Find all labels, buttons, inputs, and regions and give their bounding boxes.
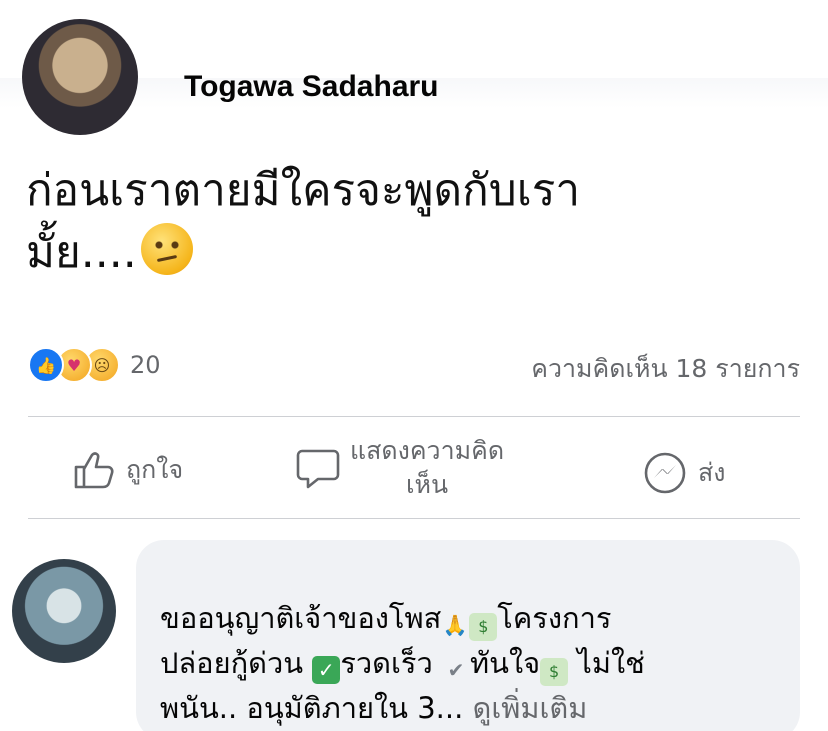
send-label: ส่ง (698, 458, 726, 487)
comment-count-link[interactable]: ความคิดเห็น 18 รายการ (531, 349, 800, 389)
messenger-icon (644, 452, 686, 494)
check-mark-icon: ✔ (447, 658, 465, 682)
check-mark-button-icon: ✓ (312, 656, 341, 684)
folded-hands-icon: 🙏 (442, 613, 468, 637)
author-avatar[interactable] (22, 19, 138, 135)
like-button[interactable]: ถูกใจ (72, 450, 183, 490)
post-text-line-1: ก่อนเราตายมีใครจะพูดกับเรา (26, 165, 581, 216)
reaction-count: 20 (130, 351, 161, 379)
post-text: ก่อนเราตายมีใครจะพูดกับเรา มั้ย.... (26, 160, 746, 284)
comment-text-part-3: ปล่อยกู้ด่วน (160, 646, 313, 680)
facebook-post-screenshot: Togawa Sadaharu ก่อนเราตายมีใครจะพูดกับเ… (0, 0, 828, 731)
confused-face-emoji-icon (140, 223, 193, 275)
comment-label-line-2: เห็น (405, 470, 449, 499)
comment-text-part-1: ขออนุญาติเจ้าของโพส (160, 601, 442, 635)
post-text-line-2: มั้ย.... (26, 222, 746, 284)
comment-text-part-2: โครงการ (497, 601, 612, 635)
comment-text-part-4: รวดเร็ว (340, 646, 442, 680)
comment-button[interactable]: แสดงความคิด เห็น (296, 434, 504, 502)
post-text-line-2-text: มั้ย.... (26, 227, 137, 278)
comment-label: แสดงความคิด เห็น (350, 434, 504, 502)
money-icon: $ (469, 613, 498, 641)
see-more-link[interactable]: ดูเพิ่มเติม (473, 691, 588, 725)
comment-text: ขออนุญาติเจ้าของโพส🙏 $ โครงการ ปล่อยกู้ด่ว… (160, 596, 790, 731)
divider-top (28, 416, 800, 417)
reaction-summary[interactable]: 👍 ♥ ☹ 20 (28, 347, 161, 383)
thumbs-up-icon (74, 452, 114, 489)
author-name[interactable]: Togawa Sadaharu (184, 70, 439, 104)
like-label: ถูกใจ (126, 455, 184, 484)
send-button[interactable]: ส่ง (642, 450, 725, 496)
comment-text-part-6: ไม่ใช่ (568, 646, 645, 680)
speech-bubble-icon (296, 449, 340, 489)
money-icon-2: $ (540, 658, 569, 686)
like-reaction-icon: 👍 (28, 347, 64, 383)
commenter-avatar[interactable] (12, 559, 116, 663)
comment-text-part-7: พนัน.. อนุมัติภายใน 3... (160, 691, 464, 725)
post-action-bar: ถูกใจ แสดงความคิด เห็น ส่ง (0, 420, 828, 518)
comment-label-line-1: แสดงความคิด (350, 436, 505, 465)
comment-text-part-5: ทันใจ (470, 646, 541, 680)
divider-bottom (28, 518, 800, 519)
